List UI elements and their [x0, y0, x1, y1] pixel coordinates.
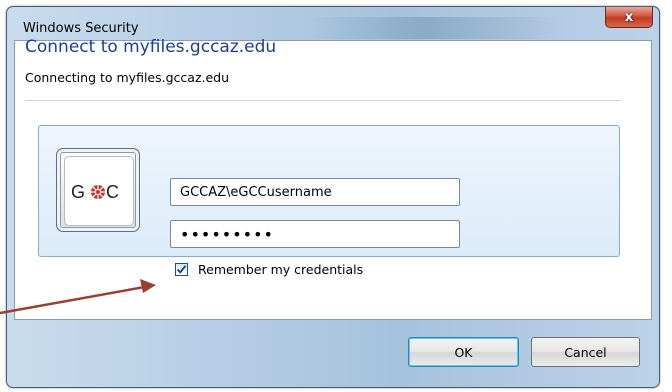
close-button[interactable]: x: [605, 7, 653, 28]
svg-text:G: G: [71, 182, 85, 202]
ok-button[interactable]: OK: [408, 337, 519, 367]
divider: [25, 100, 621, 101]
dialog-heading: Connect to myfiles.gccaz.edu: [25, 37, 277, 57]
dialog-subheading: Connecting to myfiles.gccaz.edu: [25, 70, 230, 85]
title-bar[interactable]: Windows Security x: [7, 7, 659, 39]
title-bar-sheen: [307, 17, 567, 39]
remember-credentials-checkbox[interactable]: [175, 262, 188, 276]
user-avatar: G C: [56, 148, 140, 232]
cancel-button[interactable]: Cancel: [531, 337, 640, 367]
gcc-logo-icon: G C: [71, 182, 119, 202]
close-icon: x: [624, 9, 634, 25]
svg-text:C: C: [106, 182, 119, 202]
username-input[interactable]: [170, 178, 460, 206]
remember-credentials-row[interactable]: Remember my credentials: [175, 260, 363, 278]
remember-credentials-label: Remember my credentials: [198, 261, 364, 277]
password-input[interactable]: [170, 220, 460, 248]
window-title: Windows Security: [23, 21, 139, 36]
gcc-logo: G C: [64, 156, 134, 226]
checkmark-icon: [176, 264, 187, 274]
